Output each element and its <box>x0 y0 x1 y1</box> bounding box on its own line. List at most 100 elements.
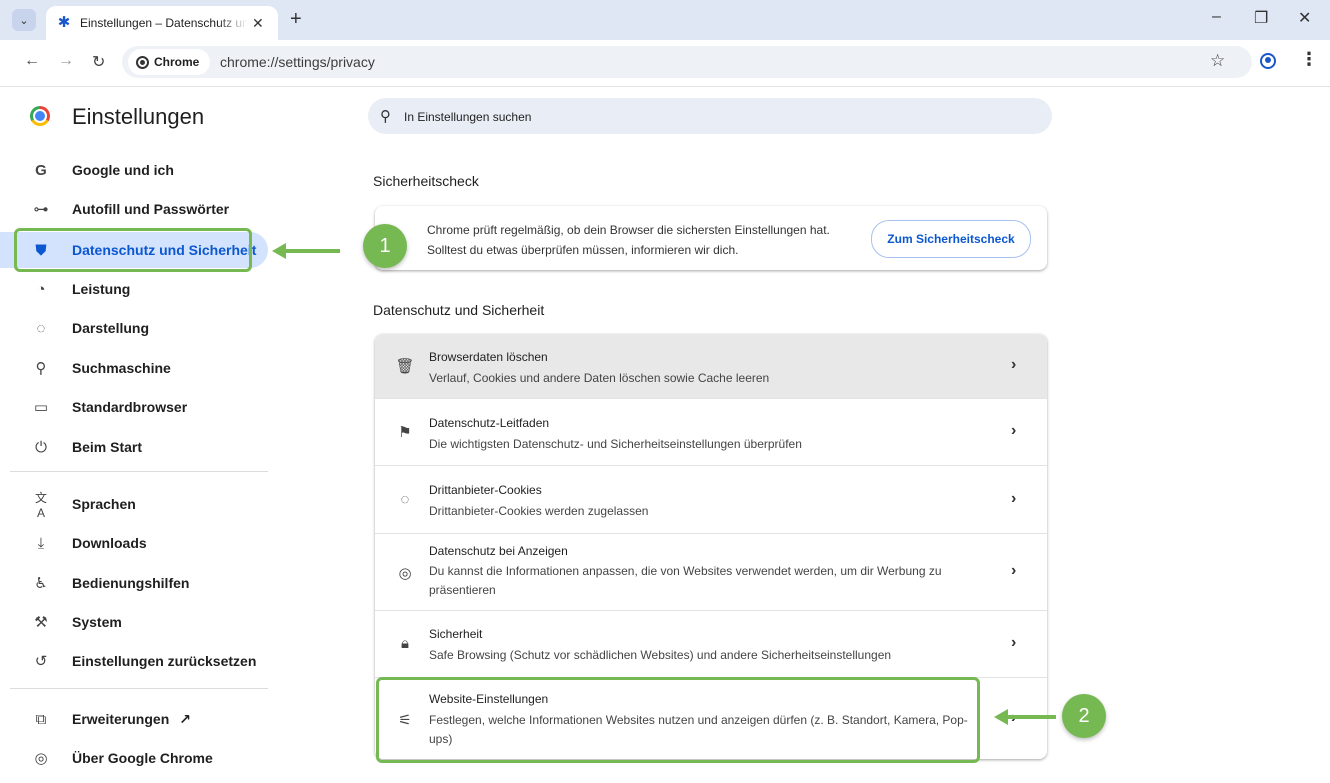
ad-privacy-icon: ◎ <box>398 565 412 582</box>
sidebar-item-performance[interactable]: ◔ Leistung <box>0 271 268 307</box>
new-tab-button[interactable]: + <box>290 8 302 31</box>
chevron-right-icon: › <box>1011 490 1017 507</box>
section-title-privacy: Datenschutz und Sicherheit <box>373 302 545 318</box>
sidebar-item-search-engine[interactable]: ⚲ Suchmaschine <box>0 350 268 386</box>
row-title: Datenschutz bei Anzeigen <box>429 544 568 558</box>
sidebar-item-label: Erweiterungen <box>72 710 170 727</box>
row-title: Drittanbieter-Cookies <box>429 483 542 497</box>
sidebar-item-accessibility[interactable]: ♿ Bedienungshilfen <box>0 565 268 601</box>
sidebar-item-label: Einstellungen zurücksetzen <box>72 653 257 669</box>
sidebar-item-label: System <box>72 614 122 630</box>
url-text[interactable]: chrome://settings/privacy <box>220 54 375 70</box>
wrench-icon: ⚒ <box>34 614 48 631</box>
cookie-icon: ◌ <box>400 491 410 508</box>
sidebar-item-label: Autofill und Passwörter <box>72 201 230 217</box>
row-title: Datenschutz-Leitfaden <box>429 416 550 430</box>
sidebar-item-languages[interactable]: 文A Sprachen <box>0 486 268 522</box>
sidebar-item-reset[interactable]: ↺ Einstellungen zurücksetzen <box>0 643 268 679</box>
sidebar-item-about-chrome[interactable]: ◎ Über Google Chrome <box>0 740 268 776</box>
safety-check-card: Chrome prüft regelmäßig, ob dein Browser… <box>375 206 1047 270</box>
search-icon: ⚲ <box>35 360 47 377</box>
sidebar-item-label: Sprachen <box>72 496 136 512</box>
tab-search-chevron-icon[interactable]: ⌄ <box>12 9 36 31</box>
puzzle-icon: ⧉ <box>35 710 47 728</box>
arrow-line-1 <box>284 249 340 253</box>
step-badge-1: 1 <box>363 224 407 268</box>
restore-button[interactable]: ❐ <box>1254 8 1268 28</box>
sidebar-item-appearance[interactable]: ◌ Darstellung <box>0 310 268 346</box>
lock-icon: 🔒︎ <box>401 635 409 652</box>
search-input[interactable] <box>402 98 1026 136</box>
sidebar-item-label: Leistung <box>72 281 131 297</box>
step-badge-2: 2 <box>1062 694 1106 738</box>
chrome-logo-icon <box>30 106 50 126</box>
google-g-icon: G <box>35 161 47 179</box>
search-icon: ⚲ <box>380 108 391 125</box>
back-arrow-icon[interactable]: ← <box>24 52 40 70</box>
page-title: Einstellungen <box>72 104 205 129</box>
bookmark-star-icon[interactable]: ☆ <box>1210 51 1225 71</box>
sidebar-item-downloads[interactable]: ⤓ Downloads <box>0 525 268 561</box>
sidebar-item-label: Bedienungshilfen <box>72 575 190 591</box>
chevron-right-icon: › <box>1011 356 1017 373</box>
reset-icon: ↺ <box>34 653 48 670</box>
arrow-line-2 <box>1006 715 1056 719</box>
browser-window-icon: ▭ <box>33 399 49 416</box>
forward-arrow-icon[interactable]: → <box>58 52 74 70</box>
sidebar-item-label: Darstellung <box>72 320 150 336</box>
profile-avatar-icon[interactable] <box>1260 53 1276 69</box>
highlight-site-settings <box>376 677 980 763</box>
chevron-right-icon: › <box>1011 562 1017 579</box>
sidebar-item-default-browser[interactable]: ▭ Standardbrowser <box>0 389 268 425</box>
sidebar-item-label: Beim Start <box>72 439 143 455</box>
browser-toolbar: ← → ↻ Chrome chrome://settings/privacy ☆… <box>0 40 1330 87</box>
sidebar-divider <box>10 471 268 472</box>
accessibility-icon: ♿ <box>34 575 48 592</box>
sidebar-item-autofill[interactable]: ⊶ Autofill und Passwörter <box>0 191 268 227</box>
download-icon: ⤓ <box>37 534 45 552</box>
tab-close-icon[interactable]: ✕ <box>252 15 264 32</box>
section-title-safety-check: Sicherheitscheck <box>373 173 479 189</box>
reload-icon[interactable]: ↻ <box>92 52 105 72</box>
chevron-right-icon: › <box>1011 422 1017 439</box>
site-info-chip[interactable]: Chrome <box>128 49 210 75</box>
row-description: Safe Browsing (Schutz vor schädlichen We… <box>429 648 892 662</box>
trash-icon: 🗑 <box>395 358 415 375</box>
sidebar-item-google[interactable]: G Google und ich <box>0 152 268 188</box>
open-in-new-icon: ↗ <box>179 710 191 727</box>
kebab-menu-icon[interactable]: ⋮ <box>1300 49 1318 70</box>
key-icon: ⊶ <box>33 201 49 218</box>
signpost-icon: ⚑ <box>398 424 412 441</box>
row-privacy-guide[interactable]: ⚑ Datenschutz-Leitfaden Die wichtigsten … <box>375 399 1047 466</box>
sidebar-item-label: Google und ich <box>72 162 174 178</box>
sidebar-item-system[interactable]: ⚒ System <box>0 604 268 640</box>
tab-strip: ⌄ ✱ Einstellungen – Datenschutz un ✕ + –… <box>0 0 1330 40</box>
settings-search[interactable]: ⚲ <box>368 98 1052 136</box>
tab-title: Einstellungen – Datenschutz un <box>80 16 248 30</box>
row-title: Browserdaten löschen <box>429 350 548 364</box>
row-description: Die wichtigsten Datenschutz- und Sicherh… <box>429 437 802 451</box>
row-security[interactable]: 🔒︎ Sicherheit Safe Browsing (Schutz vor … <box>375 611 1047 678</box>
close-window-button[interactable]: ✕ <box>1298 8 1311 28</box>
row-description: Verlauf, Cookies und andere Daten lösche… <box>429 371 770 385</box>
address-bar[interactable]: Chrome chrome://settings/privacy <box>122 46 1252 78</box>
palette-icon: ◌ <box>36 319 46 337</box>
sidebar-item-label: Suchmaschine <box>72 360 171 376</box>
chevron-right-icon: › <box>1011 634 1017 651</box>
minimize-button[interactable]: – <box>1212 8 1221 26</box>
sidebar-item-label: Downloads <box>72 535 147 551</box>
row-clear-browsing-data[interactable]: 🗑 Browserdaten löschen Verlauf, Cookies … <box>375 334 1047 399</box>
tab-settings-privacy[interactable]: ✱ Einstellungen – Datenschutz un ✕ <box>46 6 278 40</box>
speedometer-icon: ◔ <box>36 280 46 298</box>
chrome-logo-icon: ◎ <box>34 750 48 767</box>
highlight-privacy-nav <box>14 228 252 272</box>
sidebar-item-extensions[interactable]: ⧉ Erweiterungen ↗ <box>0 701 268 737</box>
sidebar-divider <box>10 688 268 689</box>
power-icon: ⏻ <box>35 438 47 456</box>
sidebar-item-on-startup[interactable]: ⏻ Beim Start <box>0 429 268 465</box>
row-third-party-cookies[interactable]: ◌ Drittanbieter-Cookies Drittanbieter-Co… <box>375 466 1047 534</box>
safety-check-button[interactable]: Zum Sicherheitscheck <box>871 220 1031 258</box>
row-description: Du kannst die Informationen anpassen, di… <box>429 564 942 597</box>
row-ad-privacy[interactable]: ◎ Datenschutz bei Anzeigen Du kannst die… <box>375 534 1047 611</box>
row-description: Drittanbieter-Cookies werden zugelassen <box>429 504 649 518</box>
